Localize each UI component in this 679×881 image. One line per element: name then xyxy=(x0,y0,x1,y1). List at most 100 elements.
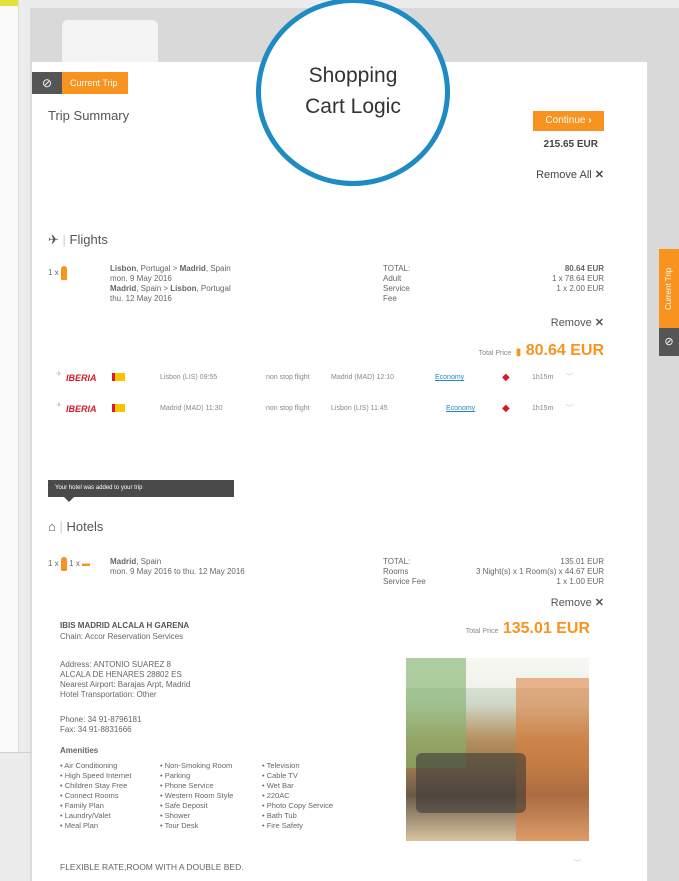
amenity-item: Tour Desk xyxy=(160,821,233,831)
side-tab-label: Current Trip xyxy=(659,249,679,328)
amenity-item: Cable TV xyxy=(262,771,333,781)
continue-button[interactable]: Continue › xyxy=(533,111,604,131)
segment-depart: Madrid (MAD) 11:30 xyxy=(160,405,223,412)
hotel-total-price: Total Price 135.01 EUR xyxy=(430,620,590,638)
clock-icon: ⊘ xyxy=(32,72,62,94)
flights-qty-text: 1 x xyxy=(48,268,59,278)
flight-segment[interactable]: ✈ IBERIA Lisbon (LIS) 09:55 non stop fli… xyxy=(56,370,604,384)
amenity-item: Family Plan xyxy=(60,801,131,811)
amenities-list-1: Air Conditioning High Speed Internet Chi… xyxy=(60,761,131,831)
rooms-label: Rooms xyxy=(383,567,409,576)
segment-duration: 1h15m xyxy=(532,374,554,381)
segment-arrive: Lisbon (LIS) 11:45 xyxy=(331,405,388,412)
bed-icon: ▬ xyxy=(82,559,91,569)
segment-class-link[interactable]: Economy xyxy=(446,405,475,412)
hotel-address: Address: ANTONIO SUAREZ 8 ALCALA DE HENA… xyxy=(60,660,190,700)
amenity-item: Safe Deposit xyxy=(160,801,233,811)
remove-flights-label: Remove xyxy=(550,317,592,329)
amenity-item: 220AC xyxy=(262,791,333,801)
cart-total: 215.65 EUR xyxy=(543,139,598,150)
amenity-item: Laundry/Valet xyxy=(60,811,131,821)
current-trip-side-tab[interactable]: Current Trip ⊘ xyxy=(659,249,679,356)
route1-to: Madrid xyxy=(179,264,206,273)
chevron-right-icon: › xyxy=(588,115,592,126)
hotels-qty: 1 x 1 x ▬ xyxy=(48,557,90,571)
flights-total-values: 80.64 EUR 1 x 78.64 EUR 1 x 2.00 EUR xyxy=(480,264,604,294)
hotels-total-values: 135.01 EUR 3 Night(s) x 1 Room(s) x 44.6… xyxy=(430,557,604,587)
hotels-header: ⌂ | Hotels xyxy=(48,519,104,534)
route2-to-country: , Portugal xyxy=(196,284,231,293)
remove-flights-button[interactable]: Remove ✕ xyxy=(504,316,604,329)
flights-title: Flights xyxy=(69,232,108,247)
hotel-total-price-value: 135.01 EUR xyxy=(502,620,590,637)
hotels-info: Madrid, Spain mon. 9 May 2016 to thu. 12… xyxy=(110,557,245,577)
rate-description: FLEXIBLE RATE,ROOM WITH A DOUBLE BED. xyxy=(60,862,244,872)
rooms-value: 3 Night(s) x 1 Room(s) x 44.67 EUR xyxy=(475,567,604,576)
route2-from: Madrid xyxy=(110,284,137,293)
amenities-title: Amenities xyxy=(60,746,99,755)
amenity-item: Bath Tub xyxy=(262,811,333,821)
chevron-down-icon[interactable]: ﹀ xyxy=(566,372,573,382)
iberia-flag-icon xyxy=(112,404,125,412)
hotel-phone: Phone: 34 91-8796181 xyxy=(60,715,142,724)
amenity-item: Air Conditioning xyxy=(60,761,131,771)
hotels-room-qty: 1 x xyxy=(69,559,80,569)
remove-all-button[interactable]: Remove All ✕ xyxy=(500,168,604,181)
left-panel xyxy=(0,0,19,752)
chevron-down-icon[interactable]: ﹀ xyxy=(574,858,581,868)
service-fee-value: 1 x 2.00 EUR xyxy=(556,284,604,293)
hotels-total-labels: TOTAL: Rooms Service Fee xyxy=(383,557,426,587)
current-trip-badge[interactable]: ⊘ Current Trip xyxy=(32,72,128,94)
overlay-caption: Shopping Cart Logic xyxy=(256,60,450,122)
amenity-item: High Speed Internet xyxy=(60,771,132,781)
flight-segment[interactable]: ✈ IBERIA Madrid (MAD) 11:30 non stop fli… xyxy=(56,401,604,415)
amenity-item: Western Room Style xyxy=(160,791,234,801)
flights-qty: 1 x xyxy=(48,266,67,280)
route1-from-country: , Portugal > xyxy=(136,264,180,273)
amenities-list-3: Television Cable TV Wet Bar 220AC Photo … xyxy=(262,761,333,831)
close-icon: ✕ xyxy=(594,317,604,329)
hotel-added-tooltip: Your hotel was added to your trip xyxy=(48,480,234,502)
close-icon: ✕ xyxy=(594,597,604,609)
hotels-total-value: 135.01 EUR xyxy=(560,557,604,566)
left-panel-accent xyxy=(0,0,18,6)
total-label: TOTAL: xyxy=(383,264,411,273)
trip-summary-title: Trip Summary xyxy=(48,108,130,123)
service-label: Service xyxy=(383,284,410,293)
flights-total-price-value: 80.64 EUR xyxy=(525,342,604,359)
amenity-item: Parking xyxy=(160,771,233,781)
bookmark-icon: ▮ xyxy=(515,347,522,358)
person-icon xyxy=(60,557,67,571)
remove-hotel-label: Remove xyxy=(550,597,592,609)
overlay-line1: Shopping xyxy=(308,64,398,87)
chevron-down-icon[interactable]: ﹀ xyxy=(566,403,573,413)
person-icon xyxy=(60,266,67,280)
hotel-photo xyxy=(406,658,589,841)
remove-hotel-button[interactable]: Remove ✕ xyxy=(504,596,604,609)
route1-date: mon. 9 May 2016 xyxy=(110,274,172,283)
service-fee-value: 1 x 1.00 EUR xyxy=(556,577,604,586)
clock-icon: ⊘ xyxy=(659,328,679,356)
plane-icon: ✈ xyxy=(56,402,62,409)
total-price-label: Total Price xyxy=(478,350,512,357)
hotels-title: Hotels xyxy=(66,519,104,534)
segment-depart: Lisbon (LIS) 09:55 xyxy=(160,374,218,381)
flights-routes: Lisbon, Portugal > Madrid, Spain mon. 9 … xyxy=(110,264,231,304)
hotels-guest-qty: 1 x xyxy=(48,559,59,569)
flights-total-value: 80.64 EUR xyxy=(564,264,604,273)
adult-value: 1 x 78.64 EUR xyxy=(551,274,604,283)
hotel-city: Madrid xyxy=(110,557,137,566)
plane-icon: ✈ xyxy=(56,371,62,378)
segment-type: non stop flight xyxy=(266,374,310,381)
segment-class-link[interactable]: Economy xyxy=(435,374,464,381)
segment-type: non stop flight xyxy=(266,405,310,412)
nearest-airport: Nearest Airport: Barajas Arpt, Madrid xyxy=(60,680,191,689)
route2-to: Lisbon xyxy=(170,284,197,293)
segment-duration: 1h15m xyxy=(532,405,554,412)
remove-all-label: Remove All xyxy=(536,169,592,181)
iberia-flag-icon xyxy=(112,373,125,381)
amenity-item: Television xyxy=(262,761,333,771)
hotel-country: , Spain xyxy=(136,557,162,566)
home-icon: ⌂ xyxy=(48,519,56,534)
plane-icon: ✈ xyxy=(48,232,59,247)
